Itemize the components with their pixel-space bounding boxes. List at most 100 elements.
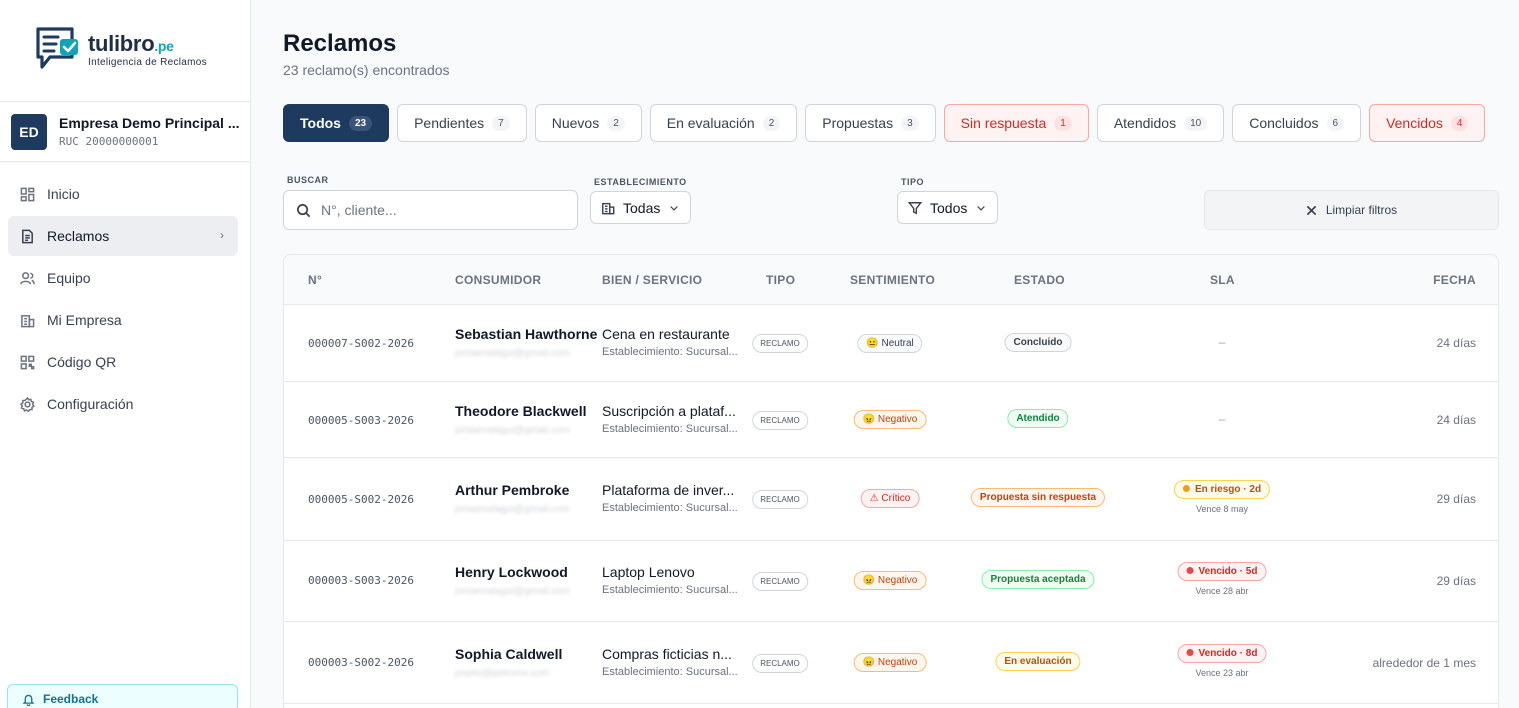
company-avatar: ED xyxy=(11,113,47,150)
table-row[interactable]: 000003-S003-2026 Henry Lockwood joniaenal… xyxy=(284,541,1498,622)
search-box[interactable] xyxy=(283,190,578,230)
reclamo-number: 000003-S003-2026 xyxy=(308,574,414,587)
col-tipo[interactable]: TIPO xyxy=(766,273,795,287)
qr-icon xyxy=(20,355,35,369)
consumer-name: Henry Lockwood xyxy=(455,564,568,580)
bien-servicio: Suscripción a plataf... xyxy=(602,403,736,419)
tipo-badge: RECLAMO xyxy=(752,411,808,430)
consumer-email: joniaenalagui@gmail.com xyxy=(455,586,570,597)
reclamos-table: N° CONSUMIDOR BIEN / SERVICIO TIPO SENTI… xyxy=(283,254,1499,708)
tab-concluidos[interactable]: Concluidos 6 xyxy=(1232,104,1362,142)
sla-value: – xyxy=(1218,412,1226,426)
fecha-value: 24 días xyxy=(1436,336,1476,350)
chevron-right-icon: › xyxy=(220,228,224,242)
tab-count: 23 xyxy=(348,115,373,131)
tab-count: 10 xyxy=(1184,115,1208,131)
clear-filters-label: Limpiar filtros xyxy=(1325,203,1398,217)
sentiment-badge: 😠 Negativo xyxy=(853,571,927,590)
col-bien-servicio[interactable]: BIEN / SERVICIO xyxy=(602,273,702,287)
tab-count: 3 xyxy=(901,115,919,131)
table-row[interactable]: 000005-S003-2026 Theodore Blackwell jonia… xyxy=(284,382,1498,458)
tipo-value: Todos xyxy=(930,199,968,216)
col-sentimiento[interactable]: SENTIMIENTO xyxy=(850,273,935,287)
page-subtitle: 23 reclamo(s) encontrados xyxy=(283,62,450,78)
document-icon xyxy=(22,229,33,243)
reclamo-number: 000005-S002-2026 xyxy=(308,493,414,506)
consumer-email: joniaenalagui@gmail.com xyxy=(455,348,570,359)
sidebar-item-reclamos[interactable]: Reclamos › xyxy=(8,216,238,256)
consumer-name: Theodore Blackwell xyxy=(455,403,587,419)
fecha-value: 29 días xyxy=(1436,492,1476,506)
tab-propuestas[interactable]: Propuestas 3 xyxy=(805,104,936,142)
col-numero[interactable]: N° xyxy=(308,273,322,287)
consumer-email: joniaenalagui@gmail.com xyxy=(455,504,570,515)
status-badge: Propuesta aceptada xyxy=(981,570,1095,589)
sidebar-item-configuracion[interactable]: Configuración xyxy=(8,384,238,424)
sidebar-nav: Inicio Reclamos › Equipo Mi Empresa Códi… xyxy=(8,174,238,426)
tipo-badge: RECLAMO xyxy=(752,654,808,673)
sla-badge: En riesgo · 2d xyxy=(1173,480,1271,499)
establecimiento: Establecimiento: Sucursal... xyxy=(602,666,738,678)
sidebar-item-equipo[interactable]: Equipo xyxy=(8,258,238,298)
sla-badge: Vencido · 5d xyxy=(1177,562,1267,581)
sidebar-item-codigo-qr[interactable]: Código QR xyxy=(8,342,238,382)
establecimiento: Establecimiento: Sucursal... xyxy=(602,502,738,514)
tab-todos[interactable]: Todos 23 xyxy=(283,104,390,142)
tipo-badge: RECLAMO xyxy=(752,572,808,591)
feedback-label: Feedback xyxy=(43,692,99,706)
table-row[interactable]: 000007-S002-2026 Sebastian Hawthorne joni… xyxy=(284,305,1498,382)
col-sla[interactable]: SLA xyxy=(1210,273,1235,287)
sla-value: – xyxy=(1218,335,1226,349)
tipo-select[interactable]: Todos xyxy=(897,191,999,224)
establecimiento-select[interactable]: Todas xyxy=(590,191,692,224)
sidebar-item-label: Reclamos xyxy=(47,228,110,244)
consumer-name: Arthur Pembroke xyxy=(455,482,570,498)
search-input[interactable] xyxy=(321,202,561,218)
sla-due-date: Vence 8 may xyxy=(1195,504,1249,514)
users-icon xyxy=(20,271,35,284)
sentiment-badge: 😠 Negativo xyxy=(853,653,927,672)
tab-sin-respuesta[interactable]: Sin respuesta 1 xyxy=(943,104,1089,142)
tab-atendidos[interactable]: Atendidos 10 xyxy=(1096,104,1225,142)
company-name: Empresa Demo Principal ... xyxy=(59,115,240,131)
table-header: N° CONSUMIDOR BIEN / SERVICIO TIPO SENTI… xyxy=(284,255,1498,305)
tab-pendientes[interactable]: Pendientes 7 xyxy=(397,104,527,142)
sla-badge: Vencido · 8d xyxy=(1177,644,1267,663)
consumer-email: joniaenalagui@gmail.com xyxy=(455,425,570,436)
col-consumidor[interactable]: CONSUMIDOR xyxy=(455,273,541,287)
sidebar-item-inicio[interactable]: Inicio xyxy=(8,174,238,214)
col-fecha[interactable]: FECHA xyxy=(1433,273,1476,287)
search-label: BUSCAR xyxy=(287,175,329,185)
reclamo-number: 000007-S002-2026 xyxy=(308,337,414,350)
bell-icon xyxy=(22,694,35,706)
fecha-value: 24 días xyxy=(1436,413,1476,427)
tab-en-evaluacion[interactable]: En evaluación 2 xyxy=(649,104,798,142)
gear-icon xyxy=(20,396,35,412)
establecimiento-label: ESTABLECIMIENTO xyxy=(594,177,687,187)
table-row[interactable]: 000003-S002-2026 Sophia Caldwell pepito@p… xyxy=(284,622,1498,704)
tab-nuevos[interactable]: Nuevos 2 xyxy=(534,104,642,142)
status-dot xyxy=(1186,648,1194,656)
fecha-value: alrededor de 1 mes xyxy=(1372,656,1476,670)
feedback-button[interactable]: Feedback xyxy=(7,684,238,708)
establecimiento-value: Todas xyxy=(623,199,661,216)
sentiment-badge: 😠 Negativo xyxy=(853,410,927,429)
company-selector[interactable]: ED Empresa Demo Principal ... RUC 200000… xyxy=(0,101,250,162)
sidebar-item-label: Configuración xyxy=(47,396,134,412)
tab-count: 1 xyxy=(1054,115,1072,131)
clear-filters-button[interactable]: Limpiar filtros xyxy=(1204,190,1499,230)
tipo-badge: RECLAMO xyxy=(752,490,808,509)
consumer-email: pepito@pelmmo.com xyxy=(455,668,550,679)
sidebar-item-label: Código QR xyxy=(47,354,117,370)
tipo-badge: RECLAMO xyxy=(752,334,808,353)
sidebar-item-mi-empresa[interactable]: Mi Empresa xyxy=(8,300,238,340)
sidebar-item-label: Inicio xyxy=(47,186,80,202)
col-estado[interactable]: ESTADO xyxy=(1014,273,1065,287)
logo[interactable]: tulibro.pe Inteligencia de Reclamos xyxy=(34,24,207,74)
table-row[interactable]: 000005-S002-2026 Arthur Pembroke joniaena… xyxy=(284,458,1498,541)
tab-count: 6 xyxy=(1326,115,1345,131)
bien-servicio: Plataforma de inver... xyxy=(602,482,735,498)
tab-vencidos[interactable]: Vencidos 4 xyxy=(1369,104,1486,142)
status-dot xyxy=(1182,484,1190,492)
dashboard-icon xyxy=(20,187,35,201)
